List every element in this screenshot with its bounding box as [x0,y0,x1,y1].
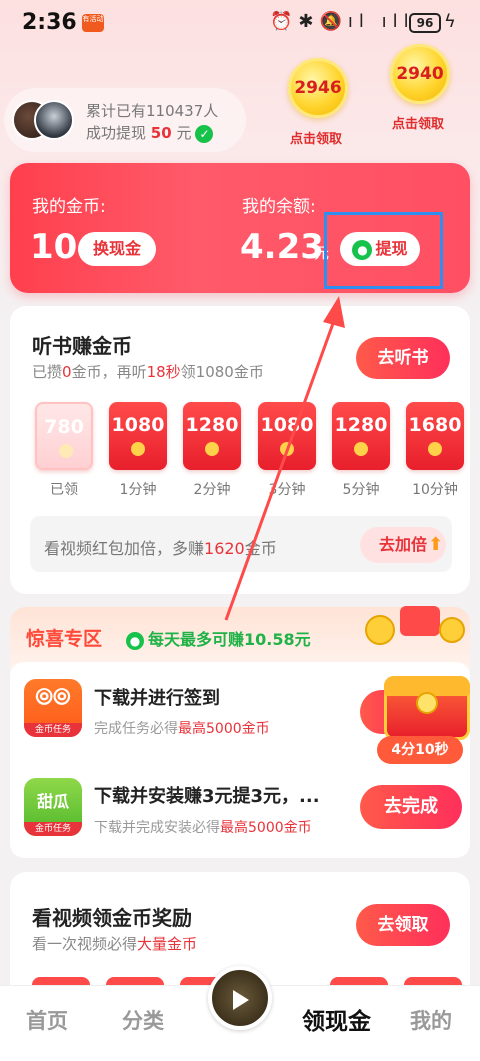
envelope-label: 已领 [50,482,78,498]
red-envelope[interactable]: 1280 [183,402,241,470]
video-subtitle: 看一次视频必得大量金币 [32,935,198,953]
surprise-subtitle: ● 每天最多可赚10.58元 [126,626,311,650]
kuaishou-logo-icon: ⦾⦾ [35,685,71,710]
task2-subtitle: 下载并完成安装必得最高5000金币 [94,820,312,836]
check-icon: ✓ [195,124,214,143]
coin-bubble-1-label[interactable]: 点击领取 [290,128,342,147]
nav-home[interactable]: 首页 [26,1005,68,1035]
red-envelope-claimed: 780 [35,402,93,470]
task-band-label: 金币任务 [24,822,82,836]
ticker-withdraw-text: 成功提现 50 元 ✓ [86,122,214,143]
charging-icon: ϟ [444,11,456,32]
nav-category[interactable]: 分类 [122,1005,164,1035]
coin-bubble-2[interactable]: 2940 [390,44,450,104]
coin-bubble-2-label[interactable]: 点击领取 [392,113,444,132]
task2-complete-button[interactable]: 去完成 [360,785,462,829]
task-band-label: 金币任务 [24,723,82,737]
avatar [34,100,74,140]
chest-lock-icon [416,692,438,714]
go-listen-button[interactable]: 去听书 [356,337,450,379]
red-envelope[interactable]: 1080 [109,402,167,470]
listen-title: 听书赚金币 [32,334,132,358]
nav-cash[interactable]: 领现金 [302,1002,371,1036]
task2-title[interactable]: 下载并安装赚3元提3元，... [94,782,320,808]
exchange-cash-button[interactable]: 换现金 [78,232,156,266]
battery-icon: 96 [409,13,441,33]
nav-mine[interactable]: 我的 [410,1005,452,1035]
coin-bubble-1[interactable]: 2946 [288,58,348,118]
my-balance-label: 我的余额: [242,197,316,217]
status-icons: ⏰✱🔕ıl ıll [270,11,415,32]
highlight-box [324,212,443,289]
task1-title[interactable]: 下载并进行签到 [94,684,220,710]
play-icon [233,990,249,1010]
balance-value: 4.23 [240,227,324,267]
envelope-label: 5分钟 [342,482,380,498]
task1-subtitle: 完成任务必得最高5000金币 [94,721,270,737]
surprise-title: 惊喜专区 [26,628,103,650]
envelope-label: 2分钟 [193,482,231,498]
envelope-label: 1分钟 [119,482,157,498]
my-coins-label: 我的金币: [32,197,106,217]
double-reward-text: 看视频红包加倍，多赚1620金币 [44,539,277,558]
app-notification-icon: 有活动 [82,14,104,32]
kuaishou-app-icon[interactable]: ⦾⦾ 金币任务 [24,679,82,737]
red-envelope[interactable]: 1080 [258,402,316,470]
video-claim-button[interactable]: 去领取 [356,904,450,946]
listen-progress-text: 已攒0金币，再听18秒领1080金币 [32,363,264,381]
coins-decoration-icon [365,606,465,645]
envelope-label: 10分钟 [412,482,458,498]
status-time: 2:36 [22,10,77,35]
red-envelope[interactable]: 1280 [332,402,390,470]
video-title: 看视频领金币奖励 [32,906,192,930]
red-envelope[interactable]: 1680 [406,402,464,470]
ticker-count-text: 累计已有110437人 [86,102,219,120]
wechat-icon: ● [126,631,144,650]
chest-timer: 4分10秒 [377,736,463,764]
tiangua-app-icon[interactable]: 甜瓜 金币任务 [24,778,82,836]
coins-value: 10 [30,227,78,267]
envelope-label: 3分钟 [268,482,306,498]
tiangua-logo-icon: 甜瓜 [36,792,69,811]
up-arrow-icon: ⬆ [428,534,444,555]
